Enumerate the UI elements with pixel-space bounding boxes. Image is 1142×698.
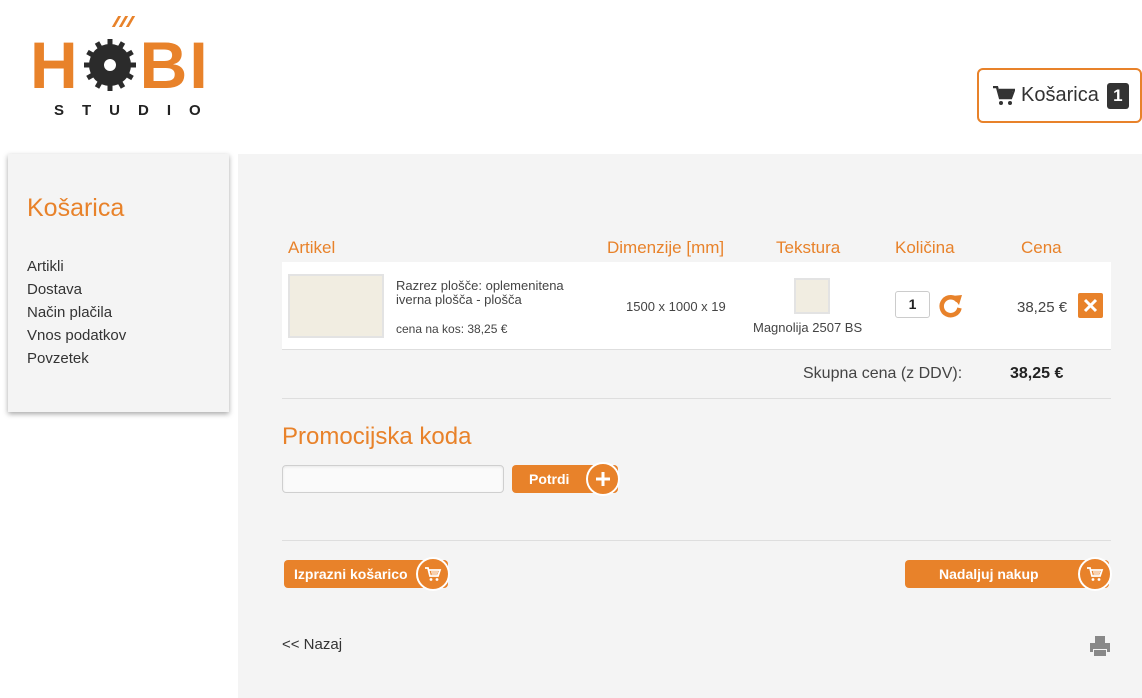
promo-submit-label: Potrdi xyxy=(529,471,570,487)
checkout-steps-sidebar: Košarica Artikli Dostava Način plačila V… xyxy=(8,154,229,412)
total-value: 38,25 € xyxy=(1010,365,1064,382)
close-icon xyxy=(1083,298,1098,313)
sidebar-item-artikli[interactable]: Artikli xyxy=(27,255,229,278)
product-price-each: cena na kos: 38,25 € xyxy=(396,322,508,336)
cart-icon xyxy=(416,557,450,591)
back-link[interactable]: << Nazaj xyxy=(282,636,342,653)
continue-shopping-button[interactable]: Nadaljuj nakup xyxy=(905,557,1112,591)
plus-icon xyxy=(586,462,620,496)
product-description[interactable]: Razrez plošče: oplemenitena iverna plošč… xyxy=(396,279,596,307)
sidebar-item-dostava[interactable]: Dostava xyxy=(27,278,229,301)
cart-count-badge: 1 xyxy=(1106,82,1129,109)
divider xyxy=(282,398,1111,399)
texture-swatch xyxy=(794,278,830,314)
logo-wordmark: H BI xyxy=(30,28,210,102)
header-dimensions: Dimenzije [mm] xyxy=(607,238,725,257)
promo-title: Promocijska koda xyxy=(282,423,472,450)
sidebar-item-povzetek[interactable]: Povzetek xyxy=(27,347,229,370)
empty-cart-button[interactable]: Izprazni košarico xyxy=(284,557,450,591)
line-price: 38,25 € xyxy=(1017,299,1068,316)
sidebar-item-vnos-podatkov[interactable]: Vnos podatkov xyxy=(27,324,229,347)
quantity-input[interactable]: 1 xyxy=(895,291,930,318)
cart-main-panel: Artikel Dimenzije [mm] Tekstura Količina… xyxy=(238,154,1142,698)
promo-submit-button[interactable]: Potrdi xyxy=(512,462,620,496)
cart-icon xyxy=(1078,557,1112,591)
table-row: Razrez plošče: oplemenitena iverna plošč… xyxy=(282,262,1111,350)
checkout-steps-list: Artikli Dostava Način plačila Vnos podat… xyxy=(27,255,229,370)
remove-item-button[interactable] xyxy=(1078,293,1103,318)
product-thumbnail[interactable] xyxy=(288,274,384,338)
texture-name: Magnolija 2507 BS xyxy=(753,320,863,335)
divider xyxy=(282,540,1111,541)
header-texture: Tekstura xyxy=(776,238,841,257)
logo-subtitle: STUDIO xyxy=(54,102,219,119)
saw-blade-icon xyxy=(83,39,136,91)
total-label: Skupna cena (z DDV): xyxy=(803,365,963,382)
empty-cart-label: Izprazni košarico xyxy=(294,566,408,582)
logo-letters-bi: BI xyxy=(139,28,210,102)
header-article: Artikel xyxy=(288,238,336,257)
hobi-studio-logo[interactable]: H BI STUDIO xyxy=(30,12,210,122)
promo-code-input[interactable] xyxy=(282,465,504,493)
cart-icon xyxy=(993,85,1015,105)
product-dimensions: 1500 x 1000 x 19 xyxy=(626,299,726,314)
print-icon[interactable] xyxy=(1088,634,1112,658)
logo-stripes xyxy=(111,14,136,32)
logo-letter-h: H xyxy=(30,28,80,102)
cart-button[interactable]: Košarica 1 xyxy=(977,68,1142,123)
continue-shopping-label: Nadaljuj nakup xyxy=(939,566,1039,582)
cart-label: Košarica xyxy=(1021,84,1099,106)
header-price: Cena xyxy=(1021,238,1062,257)
sidebar-title: Košarica xyxy=(27,194,125,222)
sidebar-item-nacin-placila[interactable]: Način plačila xyxy=(27,301,229,324)
refresh-icon[interactable] xyxy=(937,292,964,319)
cart-table-header: Artikel Dimenzije [mm] Tekstura Količina… xyxy=(238,238,1142,260)
header-quantity: Količina xyxy=(895,238,955,257)
